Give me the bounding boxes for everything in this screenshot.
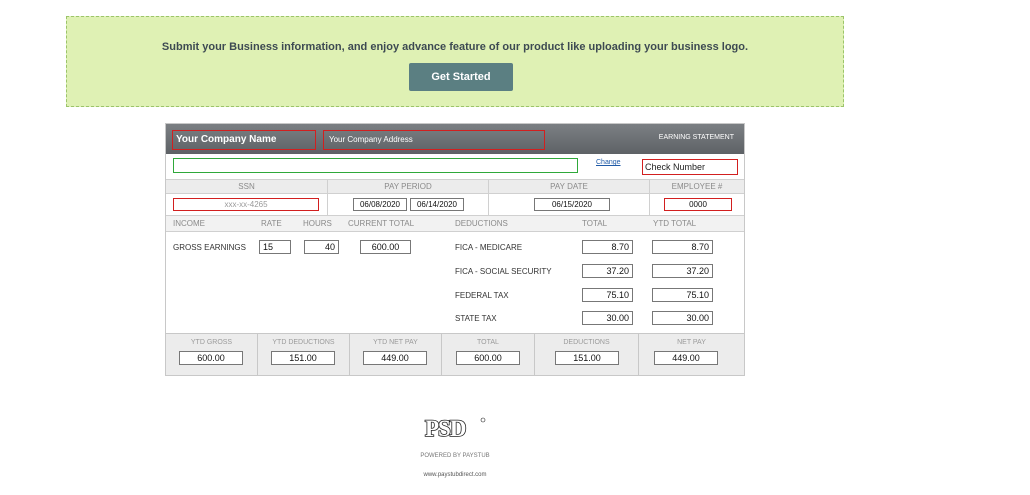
pay-date-field[interactable]: 06/15/2020 xyxy=(534,198,610,211)
employee-number-field[interactable]: 0000 xyxy=(664,198,732,211)
pay-date-header: PAY DATE xyxy=(489,180,650,193)
ytd-deductions-label: YTD DEDUCTIONS xyxy=(272,339,335,346)
earnings-deductions-area: GROSS EARNINGS 15 40 600.00 FICA - MEDIC… xyxy=(166,232,744,333)
deduction-label: FICA - MEDICARE xyxy=(455,243,523,252)
deductions-total-field[interactable]: 151.00 xyxy=(555,351,619,365)
info-header-row: SSN PAY PERIOD PAY DATE EMPLOYEE # xyxy=(166,179,744,194)
income-col: INCOME xyxy=(173,219,205,228)
deduction-ytd-field[interactable]: 30.00 xyxy=(652,311,713,325)
hours-col: HOURS xyxy=(303,219,332,228)
deduction-label: STATE TAX xyxy=(455,314,497,323)
company-info-field[interactable] xyxy=(173,158,578,173)
ytd-net-pay-label: YTD NET PAY xyxy=(373,339,418,346)
ytd-total-col: YTD TOTAL xyxy=(653,219,697,228)
check-number-field[interactable]: Check Number xyxy=(642,159,738,175)
totals-row: YTD GROSS 600.00 YTD DEDUCTIONS 151.00 Y… xyxy=(166,333,744,376)
gross-earnings-label: GROSS EARNINGS xyxy=(173,243,246,252)
hours-field[interactable]: 40 xyxy=(304,240,339,254)
ytd-gross-field[interactable]: 600.00 xyxy=(179,351,243,365)
current-total-field[interactable]: 600.00 xyxy=(360,240,411,254)
deduction-ytd-field[interactable]: 75.10 xyxy=(652,288,713,302)
pay-period-header: PAY PERIOD xyxy=(328,180,489,193)
powered-by-text: POWERED BY PAYSTUB xyxy=(420,453,490,459)
current-total-col: CURRENT TOTAL xyxy=(348,219,415,228)
deduction-total-field[interactable]: 30.00 xyxy=(582,311,633,325)
rate-col: RATE xyxy=(261,219,282,228)
deduction-total-field[interactable]: 8.70 xyxy=(582,240,633,254)
get-started-button[interactable]: Get Started xyxy=(409,63,513,91)
psd-logo-text: PSD xyxy=(425,416,466,441)
psd-logo: PSD xyxy=(424,415,486,441)
deduction-total-field[interactable]: 37.20 xyxy=(582,264,633,278)
paystub-preview: Your Company Name Your Company Address E… xyxy=(165,123,745,376)
deduction-total-field[interactable]: 75.10 xyxy=(582,288,633,302)
info-value-row: xxx-xx-4265 06/08/2020 06/14/2020 06/15/… xyxy=(166,194,744,216)
columns-header-row: INCOME RATE HOURS CURRENT TOTAL DEDUCTIO… xyxy=(166,216,744,232)
employee-header: EMPLOYEE # xyxy=(671,182,723,191)
deduction-ytd-field[interactable]: 8.70 xyxy=(652,240,713,254)
total-col: TOTAL xyxy=(582,219,608,228)
company-name-field[interactable]: Your Company Name xyxy=(172,130,316,150)
ytd-net-pay-field[interactable]: 449.00 xyxy=(363,351,427,365)
ytd-deductions-field[interactable]: 151.00 xyxy=(271,351,335,365)
total-field[interactable]: 600.00 xyxy=(456,351,520,365)
banner-message: Submit your Business information, and en… xyxy=(161,41,749,53)
earning-statement-title: EARNING STATEMENT xyxy=(658,134,734,141)
deduction-label: FICA - SOCIAL SECURITY xyxy=(455,267,552,276)
change-link[interactable]: Change xyxy=(596,159,621,166)
ytd-gross-label: YTD GROSS xyxy=(190,339,233,346)
deduction-ytd-field[interactable]: 37.20 xyxy=(652,264,713,278)
deductions-col: DEDUCTIONS xyxy=(455,219,508,228)
net-pay-field[interactable]: 449.00 xyxy=(654,351,718,365)
total-label: TOTAL xyxy=(477,339,499,346)
net-pay-label: NET PAY xyxy=(677,339,706,346)
deduction-label: FEDERAL TAX xyxy=(455,291,509,300)
ssn-field[interactable]: xxx-xx-4265 xyxy=(173,198,319,211)
rate-field[interactable]: 15 xyxy=(259,240,291,254)
period-end-field[interactable]: 06/14/2020 xyxy=(410,198,464,211)
ssn-header: SSN xyxy=(166,180,328,193)
company-address-field[interactable]: Your Company Address xyxy=(323,130,545,150)
business-info-banner: Submit your Business information, and en… xyxy=(66,16,844,107)
website-link[interactable]: www.paystubdirect.com xyxy=(0,472,910,478)
period-start-field[interactable]: 06/08/2020 xyxy=(353,198,407,211)
stub-header: Your Company Name Your Company Address E… xyxy=(166,124,744,154)
deductions-total-label: DEDUCTIONS xyxy=(563,339,610,346)
